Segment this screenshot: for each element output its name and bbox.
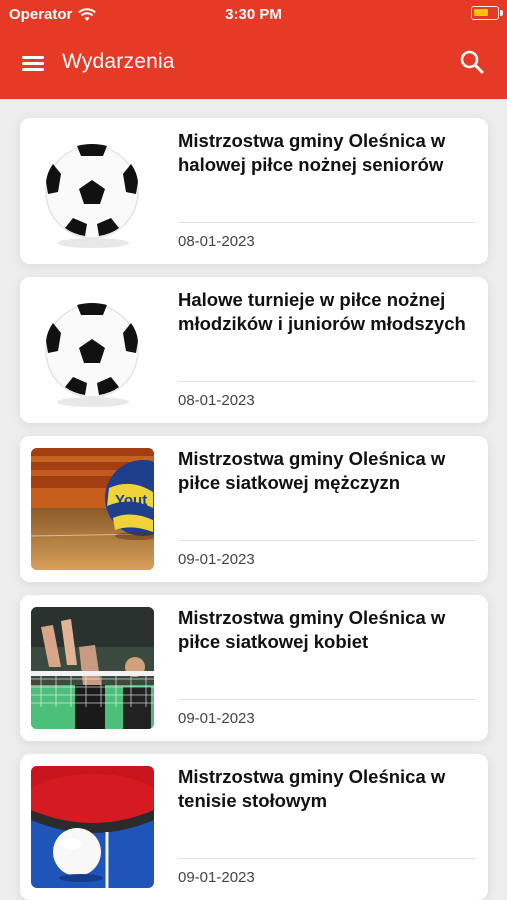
soccer-ball-icon xyxy=(31,130,154,252)
search-button[interactable] xyxy=(459,49,485,75)
svg-text:Yout: Yout xyxy=(115,492,147,509)
event-title: Mistrzostwa gminy Oleśnica w piłce siatk… xyxy=(178,607,446,652)
volleyball-net-icon xyxy=(31,607,154,729)
divider xyxy=(178,222,476,223)
divider xyxy=(178,699,476,700)
divider xyxy=(178,381,476,382)
page-title: Wydarzenia xyxy=(62,50,175,73)
battery-icon xyxy=(471,6,503,20)
event-date: 09-01-2023 xyxy=(178,551,255,568)
table-tennis-icon xyxy=(31,766,154,888)
event-title: Mistrzostwa gminy Oleśnica w piłce siatk… xyxy=(178,448,446,493)
event-card[interactable]: Yout Mistrzostwa gminy Oleśnica w piłce … xyxy=(20,436,488,582)
event-title: Halowe turnieje w piłce nożnej młodzików… xyxy=(178,289,466,334)
event-date: 08-01-2023 xyxy=(178,392,255,409)
event-date: 09-01-2023 xyxy=(178,710,255,727)
event-date: 08-01-2023 xyxy=(178,233,255,250)
status-time: 3:30 PM xyxy=(225,6,282,23)
event-title: Mistrzostwa gminy Oleśnica w halowej pił… xyxy=(178,130,446,175)
event-card[interactable]: Mistrzostwa gminy Oleśnica w tenisie sto… xyxy=(20,754,488,900)
event-date: 09-01-2023 xyxy=(178,869,255,886)
event-image xyxy=(31,130,154,252)
divider xyxy=(178,540,476,541)
divider xyxy=(178,858,476,859)
status-bar: Operator 3:30 PM xyxy=(0,0,507,30)
event-card[interactable]: Mistrzostwa gminy Oleśnica w halowej pił… xyxy=(20,118,488,264)
event-image xyxy=(31,766,154,888)
app-header: Operator 3:30 PM Wydarzenia xyxy=(0,0,507,99)
menu-button[interactable] xyxy=(22,53,46,73)
event-image: Yout xyxy=(31,448,154,570)
event-card[interactable]: Mistrzostwa gminy Oleśnica w piłce siatk… xyxy=(20,595,488,741)
event-image xyxy=(31,289,154,411)
navigation-bar: Wydarzenia xyxy=(0,40,507,86)
volleyball-icon: Yout xyxy=(31,448,154,570)
event-card[interactable]: Halowe turnieje w piłce nożnej młodzików… xyxy=(20,277,488,423)
event-image xyxy=(31,607,154,729)
search-icon xyxy=(460,50,484,74)
event-title: Mistrzostwa gminy Oleśnica w tenisie sto… xyxy=(178,766,446,811)
soccer-ball-icon xyxy=(31,289,154,411)
